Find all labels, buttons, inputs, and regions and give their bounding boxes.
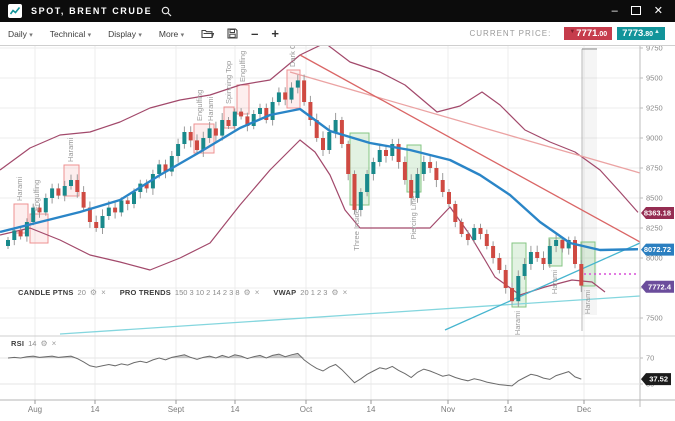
svg-text:14: 14: [367, 405, 376, 414]
trendline-cyan-steep: [445, 243, 640, 330]
svg-text:9000: 9000: [646, 134, 663, 143]
zoom-in-button[interactable]: +: [271, 27, 279, 40]
svg-text:8250: 8250: [646, 224, 663, 233]
trendline-cyan-long: [60, 296, 640, 334]
close-icon[interactable]: ×: [255, 288, 260, 297]
svg-text:Harami: Harami: [513, 311, 522, 336]
svg-text:Harami: Harami: [15, 176, 24, 201]
current-price-label: CURRENT PRICE:: [469, 29, 551, 38]
indicator-candle-ptns: CANDLE PTNS: [18, 288, 74, 297]
svg-text:Aug: Aug: [28, 405, 42, 414]
indicator-pro-trends: PRO TRENDS: [120, 288, 171, 297]
menu-more[interactable]: More ▾: [159, 29, 184, 39]
svg-text:14: 14: [91, 405, 100, 414]
svg-text:9500: 9500: [646, 74, 663, 83]
svg-text:Nov: Nov: [441, 405, 455, 414]
titlebar: SPOT, BRENT CRUDE – ✕: [0, 0, 675, 22]
svg-text:Harami: Harami: [66, 137, 75, 162]
window-controls: – ✕: [612, 5, 663, 17]
chevron-down-icon: ▾: [29, 32, 33, 39]
svg-text:14: 14: [504, 405, 513, 414]
svg-text:Engulfing: Engulfing: [195, 90, 204, 121]
menu-display[interactable]: Display ▾: [108, 29, 142, 39]
trading-app-window: SPOT, BRENT CRUDE – ✕ Daily ▾ Technical …: [0, 0, 675, 421]
chevron-down-icon: ▾: [181, 32, 185, 39]
svg-text:Oct: Oct: [300, 405, 313, 414]
rsi-legend: RSI 14 ⚙ ×: [11, 339, 56, 348]
current-price-panel: CURRENT PRICE: ▼7771.00 7773.80▲: [469, 27, 665, 41]
svg-text:8500: 8500: [646, 194, 663, 203]
svg-text:Spinning Top: Spinning Top: [224, 61, 233, 104]
svg-text:37.52: 37.52: [649, 375, 668, 384]
save-icon[interactable]: [227, 28, 238, 39]
price-chart-canvas[interactable]: HaramiEngulfingHaramiEngulfingHaramiSpin…: [0, 0, 675, 421]
search-icon[interactable]: [161, 6, 172, 17]
gear-icon[interactable]: ⚙: [90, 288, 97, 297]
arrow-up-icon: ▲: [654, 29, 660, 35]
gear-icon[interactable]: ⚙: [40, 339, 47, 348]
svg-text:7772.4: 7772.4: [648, 282, 672, 291]
svg-text:Sept: Sept: [168, 405, 185, 414]
chevron-down-icon: ▾: [88, 32, 92, 39]
bid-price-badge: ▼7771.00: [564, 27, 612, 41]
menu-timeframe[interactable]: Daily ▾: [8, 29, 33, 39]
svg-text:Engulfing: Engulfing: [32, 180, 41, 211]
indicator-legend-row: CANDLE PTNS 20 ⚙ × PRO TRENDS 150 3 10 2…: [18, 288, 347, 297]
svg-text:14: 14: [231, 405, 240, 414]
gear-icon[interactable]: ⚙: [244, 288, 251, 297]
arrow-down-icon: ▼: [569, 29, 575, 35]
rsi-panel: 703037.52: [0, 353, 671, 388]
svg-text:70: 70: [646, 354, 654, 363]
bollinger-upper: [0, 43, 638, 212]
svg-text:8363.18: 8363.18: [644, 209, 671, 218]
restore-icon[interactable]: [631, 5, 641, 17]
instrument-title: SPOT, BRENT CRUDE: [31, 6, 152, 16]
minimize-icon[interactable]: –: [612, 6, 618, 17]
close-icon[interactable]: ×: [52, 339, 57, 348]
indicator-vwap: VWAP: [273, 288, 296, 297]
zoom-out-button[interactable]: –: [251, 27, 258, 40]
svg-text:Harami: Harami: [550, 270, 559, 295]
svg-text:8750: 8750: [646, 164, 663, 173]
price-badge-layer: 8363.18 8072.72 7772.4: [641, 207, 674, 293]
svg-text:9250: 9250: [646, 104, 663, 113]
toolbar: Daily ▾ Technical ▾ Display ▾ More ▾ – +…: [0, 22, 675, 46]
close-icon[interactable]: ✕: [654, 6, 663, 17]
app-logo-icon: [8, 4, 22, 18]
svg-text:7500: 7500: [646, 314, 663, 323]
svg-text:Three Inside: Three Inside: [352, 209, 361, 251]
close-icon[interactable]: ×: [343, 288, 348, 297]
svg-text:Harami: Harami: [206, 96, 215, 121]
svg-text:Piercing Line: Piercing Line: [409, 196, 418, 239]
measurement-box: [582, 49, 597, 331]
svg-text:Dec: Dec: [577, 405, 591, 414]
svg-text:8072.72: 8072.72: [644, 245, 671, 254]
chevron-down-icon: ▾: [138, 32, 142, 39]
menu-technical[interactable]: Technical ▾: [50, 29, 91, 39]
gear-icon[interactable]: ⚙: [331, 288, 338, 297]
open-folder-icon[interactable]: [201, 28, 214, 39]
close-icon[interactable]: ×: [101, 288, 106, 297]
ask-price-badge: 7773.80▲: [617, 27, 665, 41]
indicator-rsi: RSI: [11, 339, 24, 348]
svg-text:Harami: Harami: [583, 290, 592, 315]
svg-text:Engulfing: Engulfing: [238, 51, 247, 82]
overlay-top-layer: [0, 109, 638, 274]
